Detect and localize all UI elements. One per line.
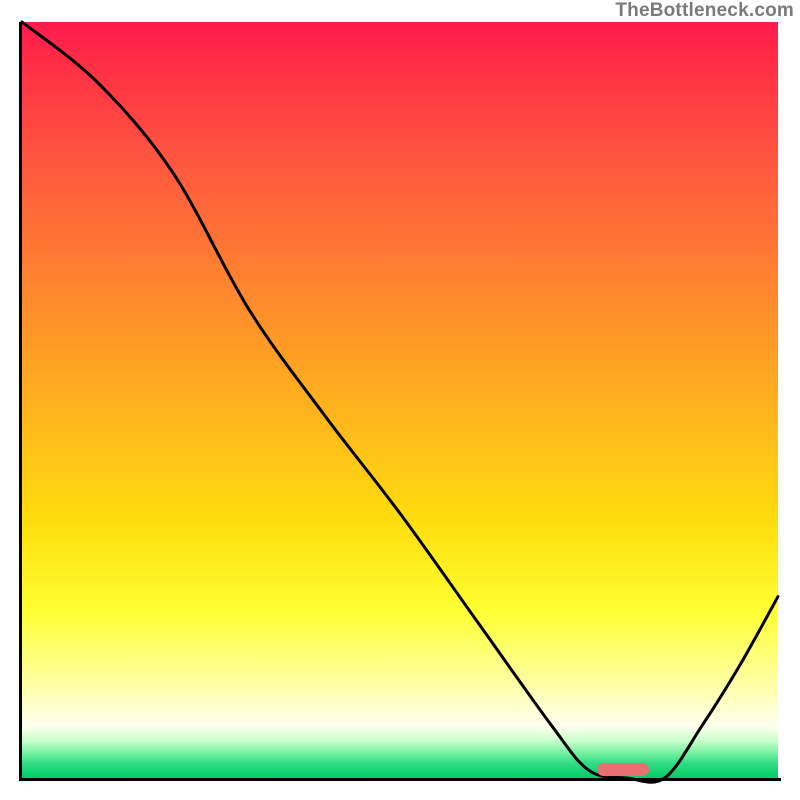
bottleneck-chart: TheBottleneck.com — [0, 0, 800, 800]
bottleneck-curve-path — [22, 22, 778, 782]
y-axis — [19, 22, 22, 781]
watermark-text: TheBottleneck.com — [615, 0, 794, 22]
curve-layer — [22, 22, 778, 778]
x-axis — [19, 778, 781, 781]
optimal-range-marker — [597, 763, 650, 776]
